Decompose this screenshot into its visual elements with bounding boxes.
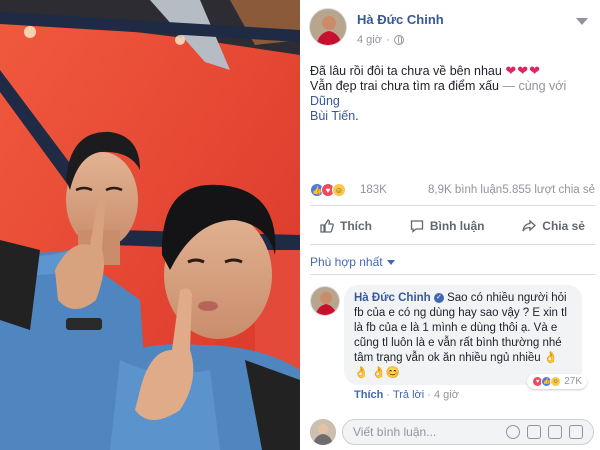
comment-reply-link[interactable]: Trả lời <box>393 389 424 401</box>
comment-like-link[interactable]: Thích <box>354 389 383 401</box>
like-label: Thích <box>340 219 372 233</box>
share-arrow-icon <box>522 219 537 233</box>
comment-reactions-count: 27K <box>564 376 582 387</box>
chevron-down-icon <box>386 260 395 266</box>
tag-end: . <box>355 109 359 123</box>
gif-icon[interactable] <box>548 425 562 439</box>
tag-dung[interactable]: Dũng <box>310 94 340 108</box>
comment-reactions[interactable]: ♥ 👍 ☺ 27K <box>527 374 587 389</box>
post-text-line1: Đã lâu rồi đôi ta chưa về bên nhau <box>310 64 502 78</box>
comment-bubble: Hà Đức Chinh ✓ Sao có nhiều người hỏi fb… <box>344 285 582 385</box>
facebook-post: Hà Đức Chinh 4 giờ · Đã lâu rồi đôi ta c… <box>303 0 600 450</box>
divider <box>310 205 595 206</box>
shares-count[interactable]: 5.855 lượt chia sẻ <box>502 184 595 196</box>
comment-input-placeholder: Viết bình luận... <box>353 425 437 439</box>
comment-sort-dropdown[interactable]: Phù hợp nhất <box>310 255 395 269</box>
comment: Hà Đức Chinh ✓ Sao có nhiều người hỏi fb… <box>310 282 595 401</box>
comment-text: Sao có nhiều người hỏi fb của e có ng dù… <box>354 292 567 379</box>
with-label: — cùng với <box>499 79 567 93</box>
commenter-avatar[interactable] <box>310 286 340 316</box>
divider <box>310 274 595 275</box>
post-text: Đã lâu rồi đôi ta chưa về bên nhau ❤❤❤ V… <box>310 64 595 124</box>
post-text-line2: Vẫn đẹp trai chưa tìm ra điểm xấu <box>310 79 500 93</box>
post-meta: 4 giờ · <box>357 34 404 46</box>
commenter-name[interactable]: Hà Đức Chinh <box>354 292 431 304</box>
post-time[interactable]: 4 giờ <box>357 34 382 46</box>
post-actions: Thích Bình luận Chia sẻ <box>310 213 595 239</box>
post-stats: 👍 ♥ ☺ 183K 8,9K bình luận 5.855 lượt chi… <box>310 182 595 200</box>
haha-reaction-icon: ☺ <box>550 376 562 387</box>
author-avatar[interactable] <box>309 8 347 46</box>
author-name[interactable]: Hà Đức Chinh <box>357 12 444 27</box>
selfie-photo <box>0 0 300 450</box>
share-label: Chia sẻ <box>542 219 585 233</box>
post-options-chevron-down-icon[interactable] <box>576 18 588 25</box>
my-avatar <box>310 419 336 445</box>
divider <box>310 244 595 245</box>
verified-badge-icon: ✓ <box>433 292 444 303</box>
sticker-icon[interactable] <box>569 425 583 439</box>
globe-icon <box>393 35 404 45</box>
comment-meta: Thích · Trả lời · 4 giờ <box>354 389 459 401</box>
thumbs-up-icon <box>320 219 334 233</box>
emoji-icon[interactable] <box>506 425 520 439</box>
comments-count[interactable]: 8,9K bình luận <box>428 184 502 196</box>
tag-bui-tien[interactable]: Bùi Tiến <box>310 109 355 123</box>
write-comment: Viết bình luận... <box>310 415 595 447</box>
screen: Hà Đức Chinh 4 giờ · Đã lâu rồi đôi ta c… <box>0 0 600 450</box>
share-button[interactable]: Chia sẻ <box>512 213 595 239</box>
comment-time[interactable]: 4 giờ <box>434 389 459 401</box>
like-button[interactable]: Thích <box>310 213 382 239</box>
comment-button[interactable]: Bình luận <box>400 213 495 239</box>
comment-icon <box>410 219 424 233</box>
sort-label: Phù hợp nhất <box>310 255 383 269</box>
haha-reaction-icon: ☺ <box>332 183 346 197</box>
reactions-count[interactable]: 183K <box>360 184 387 196</box>
comment-input[interactable]: Viết bình luận... <box>342 419 594 445</box>
heart-emoji-icon: ❤❤❤ <box>505 63 541 78</box>
camera-icon[interactable] <box>527 425 541 439</box>
post-header: Hà Đức Chinh 4 giờ · <box>309 8 594 52</box>
reaction-icons[interactable]: 👍 ♥ ☺ <box>310 183 346 197</box>
comment-label: Bình luận <box>429 219 485 233</box>
